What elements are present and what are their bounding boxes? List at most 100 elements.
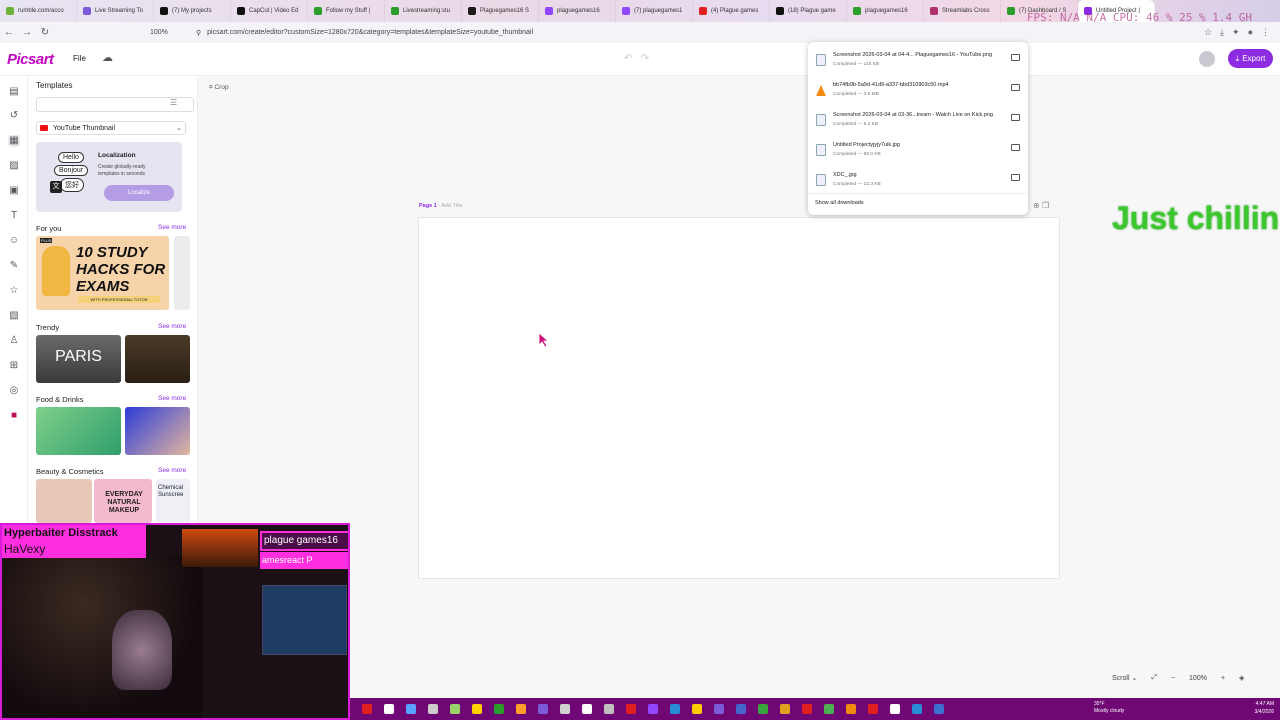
browser-tab[interactable]: plaguegames16 (539, 0, 616, 22)
elements-icon[interactable]: ▣ (8, 185, 20, 197)
recent-icon[interactable]: ↺ (8, 110, 20, 122)
canvas-page[interactable] (418, 217, 1060, 579)
cloud-save-icon[interactable]: ☁ (102, 51, 113, 64)
picsart-logo[interactable]: Picsart (7, 51, 54, 68)
page-label[interactable]: Page 1 - Add Title (419, 203, 463, 209)
template-thumbnail[interactable] (36, 407, 121, 455)
background-icon[interactable]: ▧ (8, 310, 20, 322)
taskbar-app-icon[interactable] (362, 704, 372, 714)
browser-tab[interactable]: (7) My projects (154, 0, 231, 22)
taskbar-app-icon[interactable] (604, 704, 614, 714)
taskbar-app-icon[interactable] (824, 704, 834, 714)
draw-icon[interactable]: ✎ (8, 260, 20, 272)
add-page-icon[interactable]: ⊕ (1033, 201, 1040, 210)
file-menu[interactable]: File (73, 54, 86, 63)
taskbar-app-icon[interactable] (582, 704, 592, 714)
browser-zoom[interactable]: 100% (150, 29, 168, 36)
browser-tab[interactable]: Follow my Stuff | (308, 0, 385, 22)
taskbar-app-icon[interactable] (494, 704, 504, 714)
taskbar-app-icon[interactable] (384, 704, 394, 714)
taskbar-app-icon[interactable] (846, 704, 856, 714)
layout-icon[interactable]: ▤ (8, 86, 20, 98)
browser-tab[interactable]: Streamlabs Cross (924, 0, 1001, 22)
weather-widget[interactable]: 35°F Mostly cloudy (1094, 701, 1124, 715)
download-item[interactable]: Screenshot 2026-03-04 at 03-36...tream -… (808, 106, 1028, 134)
folder-icon[interactable] (1011, 174, 1020, 181)
add-title[interactable]: - Add Title (437, 203, 462, 209)
taskbar-app-icon[interactable] (626, 704, 636, 714)
template-thumbnail[interactable]: Chemical Sunscree (156, 479, 190, 523)
category-select[interactable]: YouTube Thumbnail (36, 121, 186, 135)
apps-icon[interactable]: ⊞ (8, 360, 20, 372)
back-icon[interactable]: ← (0, 27, 18, 38)
site-info-icon[interactable]: ⚲ (196, 29, 201, 37)
crop-tool[interactable]: ⌗ Crop (209, 84, 229, 92)
template-thumbnail[interactable] (125, 407, 190, 455)
folder-icon[interactable] (1011, 54, 1020, 61)
see-more-link[interactable]: See more (158, 395, 186, 402)
template-thumbnail[interactable] (125, 335, 190, 383)
scroll-mode-select[interactable]: Scroll ⌄ (1112, 674, 1137, 682)
fit-screen-icon[interactable]: ⤢ (1151, 674, 1157, 682)
taskbar-app-icon[interactable] (868, 704, 878, 714)
chevron-down-icon[interactable]: ⌄ (176, 124, 182, 132)
forward-icon[interactable]: → (18, 27, 36, 38)
template-thumbnail[interactable]: EVERYDAY NATURAL MAKEUP (94, 479, 152, 523)
text-icon[interactable]: T (8, 210, 20, 222)
taskbar-app-icon[interactable] (516, 704, 526, 714)
browser-tab[interactable]: Live Streaming To (77, 0, 154, 22)
export-button[interactable]: ⤓ Export (1228, 49, 1273, 68)
folder-icon[interactable] (1011, 84, 1020, 91)
taskbar-app-icon[interactable] (802, 704, 812, 714)
taskbar-app-icon[interactable] (934, 704, 944, 714)
layers-icon[interactable]: ◈ (1239, 674, 1244, 682)
reload-icon[interactable]: ↻ (36, 27, 54, 38)
browser-tab[interactable]: CapCut | Video Ed (231, 0, 308, 22)
taskbar-app-icon[interactable] (670, 704, 680, 714)
template-thumbnail[interactable]: PLUS 10 STUDY HACKS FOR EXAMS WITH PROFE… (36, 236, 169, 310)
taskbar-app-icon[interactable] (780, 704, 790, 714)
taskbar-app-icon[interactable] (736, 704, 746, 714)
system-clock[interactable]: 4:47 AM 3/4/2026 (1230, 700, 1274, 716)
brand-icon[interactable]: ◎ (8, 385, 20, 397)
templates-icon[interactable]: ▦ (8, 135, 20, 147)
see-more-link[interactable]: See more (158, 467, 186, 474)
taskbar-app-icon[interactable] (472, 704, 482, 714)
favorites-icon[interactable]: ☆ (8, 285, 20, 297)
localize-button[interactable]: Localize (104, 185, 174, 201)
browser-tab[interactable]: plaguegames16 (847, 0, 924, 22)
plugin-icon[interactable]: ■ (8, 410, 20, 422)
browser-tab[interactable]: rumble.com/acco (0, 0, 77, 22)
taskbar-app-icon[interactable] (692, 704, 702, 714)
download-item[interactable]: Screenshot 2026-03-04 at 04-4... Plagueg… (808, 46, 1028, 74)
downloads-icon[interactable]: ⤓ (1220, 27, 1224, 38)
folder-icon[interactable] (1011, 144, 1020, 151)
template-thumbnail[interactable] (174, 236, 190, 310)
taskbar-app-icon[interactable] (714, 704, 724, 714)
filter-icon[interactable]: ☰ (170, 98, 177, 107)
template-thumbnail[interactable] (36, 479, 92, 523)
zoom-in-icon[interactable]: + (1221, 675, 1225, 682)
bookmark-star-icon[interactable]: ☆ (1204, 27, 1212, 38)
browser-tab[interactable]: (7) plaguegames1 (616, 0, 693, 22)
template-thumbnail[interactable]: PARIS (36, 335, 121, 383)
avatar[interactable] (1199, 51, 1215, 67)
taskbar-app-icon[interactable] (450, 704, 460, 714)
menu-icon[interactable]: ⋮ (1261, 27, 1270, 38)
taskbar-app-icon[interactable] (428, 704, 438, 714)
taskbar-app-icon[interactable] (758, 704, 768, 714)
taskbar-app-icon[interactable] (560, 704, 570, 714)
download-item[interactable]: bb74fb9b-5a9d-41d9-a337-bbd310903c50.mp4… (808, 76, 1028, 104)
taskbar-app-icon[interactable] (890, 704, 900, 714)
taskbar-app-icon[interactable] (406, 704, 416, 714)
photos-icon[interactable]: ▨ (8, 160, 20, 172)
extension-icon[interactable]: ✦ (1232, 27, 1240, 38)
browser-tab[interactable]: Plaguegames16 S (462, 0, 539, 22)
zoom-out-icon[interactable]: − (1171, 675, 1175, 682)
taskbar-app-icon[interactable] (538, 704, 548, 714)
profile-icon[interactable]: ● (1248, 27, 1253, 38)
taskbar-app-icon[interactable] (912, 704, 922, 714)
duplicate-page-icon[interactable]: ❐ (1042, 201, 1049, 210)
undo-redo-icons[interactable]: ↶ ↷ (624, 53, 649, 64)
download-item[interactable]: Untitled Projectyjyjy7uik.jpg Completed … (808, 136, 1028, 164)
